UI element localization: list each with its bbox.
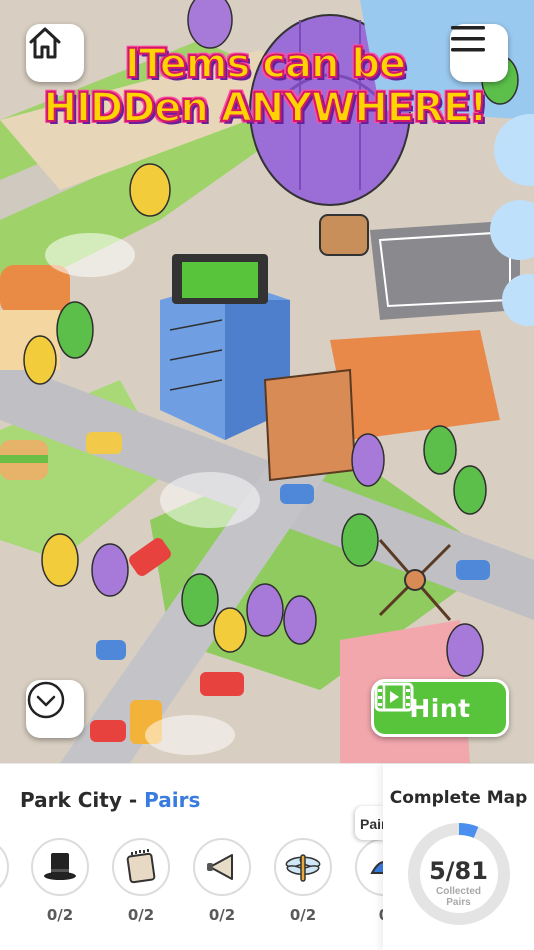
hint-label: Hint bbox=[409, 693, 471, 723]
item-slot-notepad[interactable]: 0/2 bbox=[110, 838, 172, 924]
item-slot[interactable] bbox=[0, 838, 11, 906]
hidden-anywhere-banner: ITems can be HIDDen ANYWHERE! bbox=[43, 40, 489, 132]
item-button[interactable] bbox=[0, 838, 9, 896]
banner-line-2: HIDDen ANYWHERE! bbox=[43, 85, 489, 131]
blue-item-icon bbox=[370, 861, 383, 874]
item-count-megaphone: 0/2 bbox=[208, 906, 236, 924]
collected-caption: Collected Pairs bbox=[383, 886, 534, 908]
item-slot-partial-blue[interactable]: 0 bbox=[353, 838, 383, 924]
complete-map-area: Complete Map 5/81 Collected Pairs bbox=[383, 764, 534, 950]
pairs-tooltip-tab[interactable]: Pairs bbox=[355, 806, 385, 840]
item-count-dragonfly: 0/2 bbox=[289, 906, 317, 924]
item-button-top-hat[interactable] bbox=[31, 838, 89, 896]
dragonfly-icon bbox=[285, 854, 321, 882]
notepad-icon bbox=[126, 849, 156, 884]
item-button-megaphone[interactable] bbox=[193, 838, 251, 896]
item-slot-megaphone[interactable]: 0/2 bbox=[191, 838, 253, 924]
items-scroll-strip[interactable]: 0/2 0/2 0/2 0/2 bbox=[0, 838, 383, 938]
collected-caption-line-2: Pairs bbox=[446, 897, 471, 908]
hint-button[interactable]: Hint bbox=[371, 679, 509, 737]
collected-count: 5/81 bbox=[429, 857, 488, 885]
collapse-panel-button[interactable] bbox=[26, 680, 84, 738]
item-count-top-hat: 0/2 bbox=[46, 906, 74, 924]
complete-map-label: Complete Map bbox=[389, 788, 528, 808]
item-count-notepad: 0/2 bbox=[127, 906, 155, 924]
banner-line-1: ITems can be bbox=[124, 41, 407, 87]
item-slot-top-hat[interactable]: 0/2 bbox=[29, 838, 91, 924]
item-button-dragonfly[interactable] bbox=[274, 838, 332, 896]
game-scene[interactable]: ITems can be HIDDen ANYWHERE! Hint bbox=[0, 0, 534, 763]
collected-caption-line-1: Collected bbox=[435, 886, 481, 897]
item-slot-dragonfly[interactable]: 0/2 bbox=[272, 838, 334, 924]
chevron-down-icon bbox=[27, 681, 65, 719]
megaphone-icon bbox=[207, 854, 233, 880]
item-button-notepad[interactable] bbox=[112, 838, 170, 896]
item-panel: Park City - Pairs 0/2 0/2 0/2 0/2 Pai Co… bbox=[0, 763, 534, 950]
top-hat-icon bbox=[44, 853, 76, 880]
level-mode: Pairs bbox=[144, 788, 201, 812]
level-separator: - bbox=[121, 788, 145, 812]
item-button-partial-blue[interactable] bbox=[355, 838, 383, 896]
film-strip-icon bbox=[374, 682, 414, 712]
level-name: Park City bbox=[20, 788, 122, 812]
level-title: Park City - Pairs bbox=[20, 788, 200, 812]
